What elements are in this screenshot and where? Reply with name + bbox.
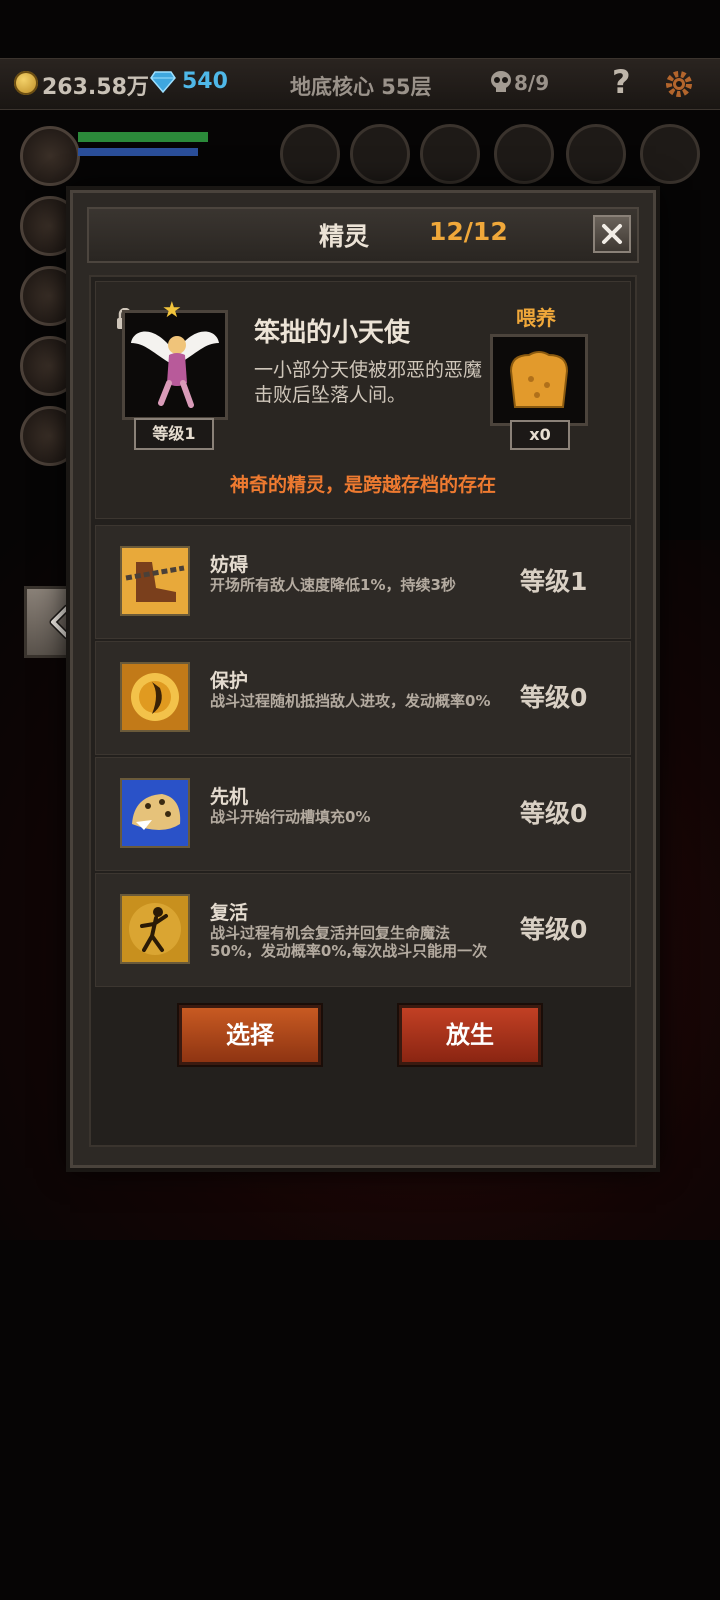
gear-icon[interactable] bbox=[664, 69, 694, 99]
close-button[interactable] bbox=[593, 215, 631, 253]
coin-icon bbox=[14, 71, 38, 95]
skill-row[interactable]: 保护 战斗过程随机抵挡敌人进攻，发动概率0% 等级0 bbox=[95, 641, 631, 755]
item-slot bbox=[640, 124, 700, 184]
floor-label: 地底核心 55层 bbox=[290, 75, 432, 99]
hero-portrait bbox=[20, 126, 80, 186]
pet-tagline: 神奇的精灵，是跨越存档的存在 bbox=[229, 474, 496, 496]
skill-row[interactable]: 妨碍 开场所有敌人速度降低1%，持续3秒 等级1 bbox=[95, 525, 631, 639]
skill-level: 等级0 bbox=[520, 799, 588, 828]
pet-modal: 精灵 12/12 ★ 等级1 笨拙的小天使 一小部分天使被邪恶的恶魔击败后坠落人… bbox=[70, 190, 656, 1168]
mp-bar bbox=[78, 148, 198, 156]
close-icon bbox=[602, 224, 622, 244]
skill-row[interactable]: 先机 战斗开始行动槽填充0% 等级0 bbox=[95, 757, 631, 871]
modal-header: 精灵 12/12 bbox=[87, 207, 639, 263]
gem-amount: 540 bbox=[182, 69, 228, 94]
skill-description: 战斗过程有机会复活并回复生命魔法50%，发动概率0%,每次战斗只能用一次 bbox=[210, 924, 488, 960]
item-slot bbox=[494, 124, 554, 184]
help-button[interactable]: ? bbox=[612, 63, 631, 101]
skill-name: 先机 bbox=[210, 786, 249, 808]
feed-label: 喂养 bbox=[516, 306, 556, 330]
gem-icon bbox=[150, 71, 176, 93]
release-button[interactable]: 放生 bbox=[399, 1005, 541, 1065]
skill-row[interactable]: 复活 战斗过程有机会复活并回复生命魔法50%，发动概率0%,每次战斗只能用一次 … bbox=[95, 873, 631, 987]
bread-icon bbox=[509, 351, 569, 408]
hp-bar bbox=[78, 132, 208, 142]
angel-image bbox=[131, 331, 219, 408]
skill-level: 等级0 bbox=[520, 683, 588, 712]
pet-name: 笨拙的小天使 bbox=[254, 318, 411, 348]
item-slot bbox=[280, 124, 340, 184]
golden-shield-icon bbox=[120, 662, 190, 732]
gold-amount: 263.58万 bbox=[42, 75, 149, 100]
chain-boot-icon bbox=[120, 546, 190, 616]
feed-button[interactable] bbox=[490, 334, 588, 426]
star-icon: ★ bbox=[162, 298, 182, 323]
pet-info-panel: ★ 等级1 笨拙的小天使 一小部分天使被邪恶的恶魔击败后坠落人间。 喂养 x0 … bbox=[95, 281, 631, 519]
skill-name: 复活 bbox=[210, 902, 249, 924]
revive-figure-icon bbox=[120, 894, 190, 964]
modal-title: 精灵 bbox=[319, 222, 370, 251]
pet-portrait[interactable] bbox=[122, 310, 228, 420]
skill-description: 战斗过程随机抵挡敌人进攻，发动概率0% bbox=[210, 692, 491, 710]
select-button[interactable]: 选择 bbox=[179, 1005, 321, 1065]
top-status-bar: 263.58万 540 地底核心 55层 8/9 ? bbox=[0, 58, 720, 110]
pet-count: 12/12 bbox=[429, 217, 508, 246]
leopard-icon bbox=[120, 778, 190, 848]
skill-description: 战斗开始行动槽填充0% bbox=[210, 808, 371, 826]
skill-description: 开场所有敌人速度降低1%，持续3秒 bbox=[210, 576, 456, 594]
pet-description: 一小部分天使被邪恶的恶魔击败后坠落人间。 bbox=[254, 359, 483, 406]
skill-name: 保护 bbox=[210, 670, 249, 692]
pet-level-badge: 等级1 bbox=[134, 418, 214, 450]
modal-body: ★ 等级1 笨拙的小天使 一小部分天使被邪恶的恶魔击败后坠落人间。 喂养 x0 … bbox=[89, 275, 637, 1147]
skill-name: 妨碍 bbox=[210, 554, 249, 576]
skill-level: 等级0 bbox=[520, 915, 588, 944]
item-slot bbox=[420, 124, 480, 184]
feed-count: x0 bbox=[510, 420, 570, 450]
skull-icon bbox=[491, 71, 511, 92]
item-slot bbox=[566, 124, 626, 184]
item-slot bbox=[350, 124, 410, 184]
skill-level: 等级1 bbox=[520, 567, 588, 596]
skull-count: 8/9 bbox=[514, 71, 550, 95]
